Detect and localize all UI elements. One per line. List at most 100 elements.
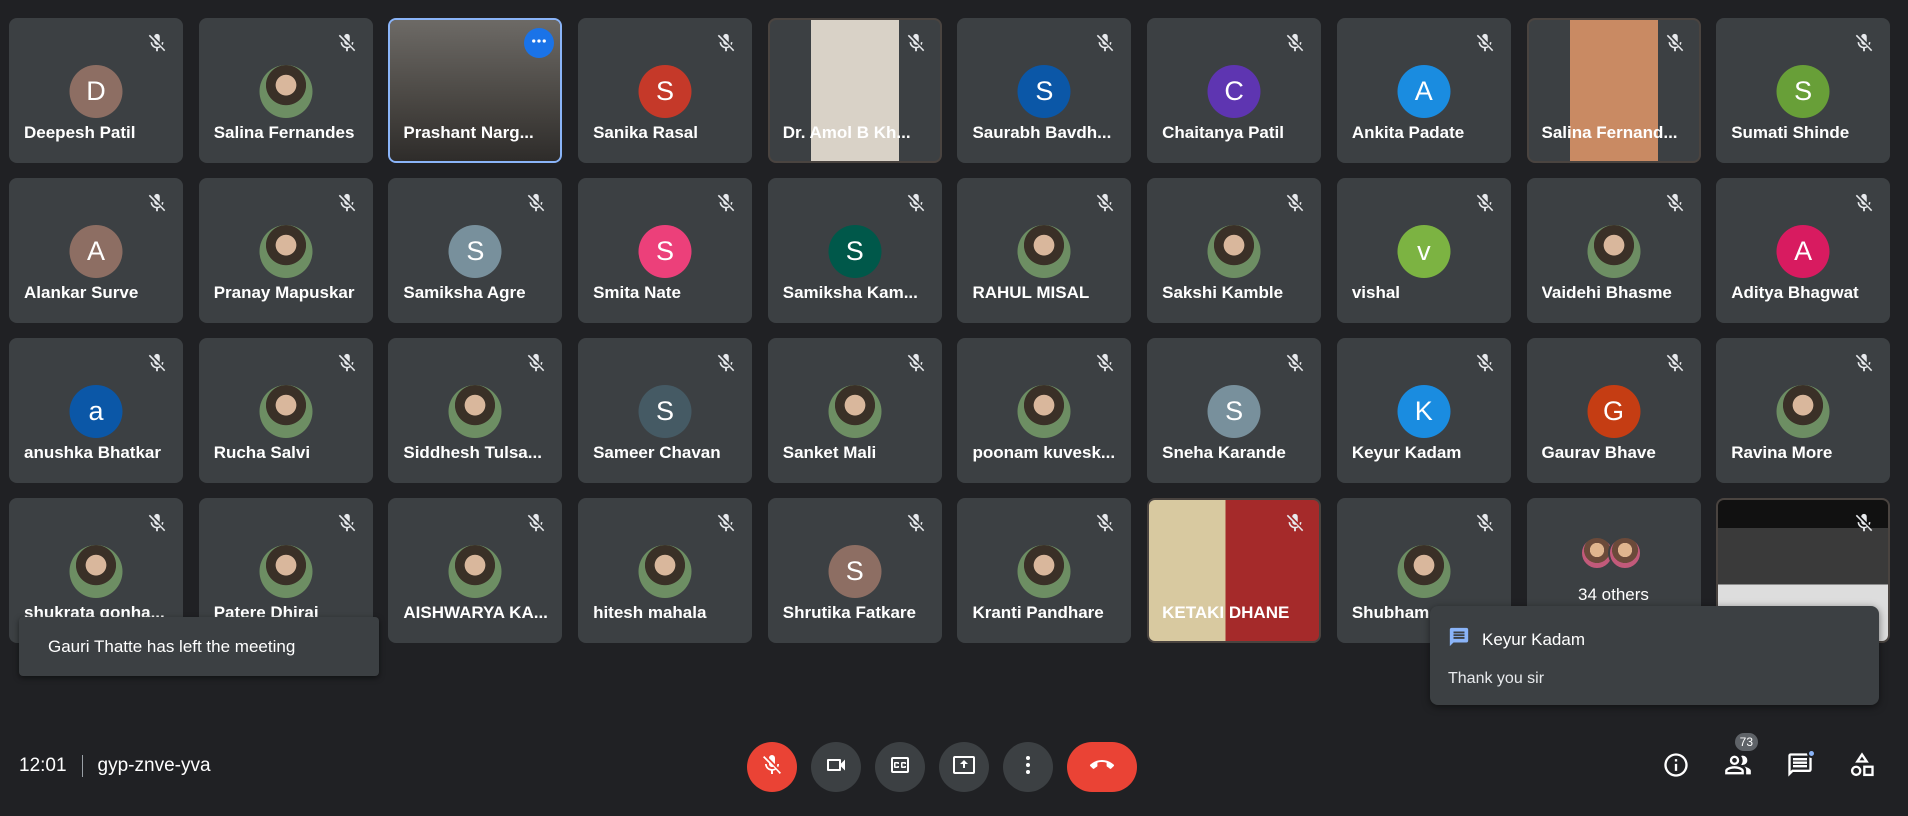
people-icon bbox=[1723, 751, 1753, 784]
participant-tile[interactable]: S Shrutika Fatkare bbox=[767, 498, 942, 643]
avatar bbox=[638, 545, 692, 598]
participant-tile[interactable]: v vishal bbox=[1336, 178, 1511, 323]
participant-tile[interactable]: S Sanika Rasal bbox=[578, 18, 753, 163]
participant-name: Deepesh Patil bbox=[24, 123, 136, 142]
participant-name: KETAKI DHANE bbox=[1162, 603, 1290, 622]
camera-toggle-button[interactable] bbox=[811, 742, 861, 792]
divider bbox=[81, 755, 83, 777]
meeting-code[interactable]: gyp-znve-yva bbox=[98, 755, 211, 777]
mic-off-icon bbox=[1284, 512, 1306, 534]
participant-tile[interactable]: S Samiksha Agre bbox=[388, 178, 563, 323]
participant-tile[interactable]: S Samiksha Kam... bbox=[767, 178, 942, 323]
participant-name: Dr. Amol B Kh... bbox=[782, 123, 911, 142]
mic-off-icon bbox=[715, 352, 737, 374]
avatar bbox=[1587, 225, 1640, 278]
mic-off-icon bbox=[525, 352, 547, 374]
participant-tile[interactable]: S Sumati Shinde bbox=[1716, 18, 1891, 163]
participant-tile[interactable]: G Gaurav Bhave bbox=[1526, 338, 1701, 483]
participant-name: Gaurav Bhave bbox=[1541, 443, 1656, 462]
captions-icon bbox=[888, 753, 912, 782]
avatar bbox=[259, 545, 313, 598]
participant-tile[interactable]: A Alankar Surve bbox=[9, 178, 183, 323]
info-icon bbox=[1662, 751, 1690, 784]
participant-tile[interactable]: KETAKI DHANE bbox=[1147, 498, 1322, 643]
mic-toggle-button[interactable] bbox=[747, 742, 797, 792]
side-panel-controls: 73 bbox=[1652, 733, 1886, 789]
left-meeting-toast: Gauri Thatte has left the meeting bbox=[19, 617, 379, 676]
participant-tile[interactable]: S Saurabh Bavdh... bbox=[957, 18, 1132, 163]
participant-tile[interactable]: Ravina More bbox=[1716, 338, 1891, 483]
participant-tile[interactable]: A Aditya Bhagwat bbox=[1716, 178, 1891, 323]
participant-tile[interactable]: S Sameer Chavan bbox=[578, 338, 753, 483]
meeting-time: 12:01 bbox=[19, 755, 67, 776]
participant-name: Alankar Surve bbox=[24, 283, 139, 302]
avatar bbox=[1017, 545, 1071, 598]
people-button[interactable]: 73 bbox=[1714, 733, 1762, 789]
chat-button[interactable] bbox=[1776, 745, 1824, 789]
more-vert-icon bbox=[1016, 753, 1040, 782]
participant-tile[interactable]: Salina Fernand... bbox=[1526, 18, 1701, 163]
participant-tile[interactable]: Sakshi Kamble bbox=[1147, 178, 1322, 323]
mic-off-icon bbox=[146, 512, 168, 534]
mic-off-icon bbox=[1853, 512, 1875, 534]
participant-tile[interactable]: C Chaitanya Patil bbox=[1147, 18, 1322, 163]
chat-message: Thank you sir bbox=[1448, 670, 1545, 687]
more-options-button[interactable] bbox=[1003, 742, 1053, 792]
participant-tile[interactable]: A Ankita Padate bbox=[1336, 18, 1511, 163]
participant-tile[interactable]: poonam kuvesk... bbox=[957, 338, 1132, 483]
participant-tile[interactable]: Siddhesh Tulsa... bbox=[388, 338, 563, 483]
mic-off-icon bbox=[1853, 352, 1875, 374]
participant-tile[interactable]: S Sneha Karande bbox=[1147, 338, 1322, 483]
meeting-details-button[interactable] bbox=[1652, 745, 1700, 789]
mic-off-icon bbox=[1284, 32, 1306, 54]
participant-tile[interactable]: Kranti Pandhare bbox=[957, 498, 1132, 643]
participant-name: Ravina More bbox=[1731, 443, 1833, 462]
participant-tile[interactable]: Dr. Amol B Kh... bbox=[767, 18, 942, 163]
participant-name: Samiksha Kam... bbox=[782, 283, 918, 302]
participant-name: poonam kuvesk... bbox=[972, 443, 1116, 462]
participant-grid: D Deepesh Patil Salina Fernandes Prashant N… bbox=[9, 18, 1891, 643]
participant-name: vishal bbox=[1351, 283, 1401, 302]
avatar: A bbox=[1397, 65, 1451, 118]
mic-off-icon bbox=[1474, 192, 1496, 214]
leave-call-button[interactable] bbox=[1067, 742, 1137, 792]
participant-name: Salina Fernandes bbox=[213, 123, 355, 142]
participant-tile[interactable]: Rucha Salvi bbox=[198, 338, 373, 483]
participant-tile[interactable]: RAHUL MISAL bbox=[957, 178, 1132, 323]
mic-off-icon bbox=[1853, 32, 1875, 54]
avatar: a bbox=[69, 385, 123, 438]
participant-tile[interactable]: Pranay Mapuskar bbox=[198, 178, 373, 323]
participant-name: Rucha Salvi bbox=[213, 443, 311, 462]
participant-tile[interactable]: Prashant Narg... bbox=[388, 18, 563, 163]
mic-off-icon bbox=[525, 192, 547, 214]
participant-name: Saurabh Bavdh... bbox=[972, 123, 1112, 142]
present-screen-button[interactable] bbox=[939, 742, 989, 792]
participant-tile[interactable]: S Smita Nate bbox=[578, 178, 753, 323]
avatar bbox=[828, 385, 882, 438]
mic-off-icon bbox=[1853, 192, 1875, 214]
participant-tile[interactable]: D Deepesh Patil bbox=[9, 18, 183, 163]
mic-off-icon bbox=[1284, 352, 1306, 374]
avatar bbox=[1776, 385, 1830, 438]
people-count-badge: 73 bbox=[1734, 733, 1758, 751]
participant-tile[interactable]: a anushka Bhatkar bbox=[9, 338, 183, 483]
meeting-details: 12:01 gyp-znve-yva bbox=[19, 755, 211, 777]
unread-dot bbox=[1807, 749, 1816, 758]
avatar bbox=[1397, 545, 1451, 598]
participant-tile[interactable]: Sanket Mali bbox=[767, 338, 942, 483]
captions-button[interactable] bbox=[875, 742, 925, 792]
activities-button[interactable] bbox=[1838, 745, 1886, 789]
avatar bbox=[448, 385, 502, 438]
chat-sender: Keyur Kadam bbox=[1482, 629, 1585, 649]
participant-tile[interactable]: hitesh mahala bbox=[578, 498, 753, 643]
participant-tile[interactable]: AISHWARYA KA... bbox=[388, 498, 563, 643]
participant-name: RAHUL MISAL bbox=[972, 283, 1090, 302]
participant-tile[interactable]: Vaidehi Bhasme bbox=[1526, 178, 1701, 323]
participant-tile[interactable]: Salina Fernandes bbox=[198, 18, 373, 163]
avatar: v bbox=[1397, 225, 1451, 278]
avatar bbox=[1607, 536, 1642, 570]
chat-notification[interactable]: Keyur Kadam Thank you sir bbox=[1430, 606, 1879, 705]
avatar: S bbox=[1207, 385, 1261, 438]
participant-tile[interactable]: K Keyur Kadam bbox=[1336, 338, 1511, 483]
mic-off-icon bbox=[336, 512, 358, 534]
